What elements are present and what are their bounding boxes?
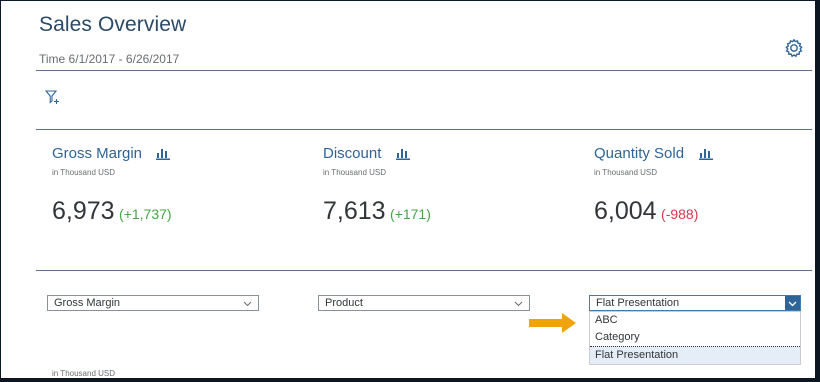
filter-add-icon[interactable]	[45, 89, 61, 105]
option-category[interactable]: Category	[590, 329, 800, 346]
chevron-down-icon	[514, 301, 523, 307]
kpi-delta: -988	[665, 206, 694, 222]
option-flat-presentation[interactable]: Flat Presentation	[590, 346, 800, 364]
kpi-delta: +171	[394, 206, 427, 222]
kpi-title: Gross Margin	[52, 145, 143, 163]
presentation-dropdown-list: ABC Category Flat Presentation	[589, 311, 801, 365]
kpi-value: 6,973	[52, 197, 115, 225]
kpi-title: Quantity Sold	[594, 145, 685, 163]
dimension-select[interactable]: Product	[318, 295, 530, 311]
kpi-quantity-sold[interactable]: Quantity Sold in Thousand USD 6,004 (-98…	[594, 145, 814, 226]
kpi-divider	[36, 270, 812, 271]
option-abc[interactable]: ABC	[590, 312, 800, 329]
bar-chart-icon[interactable]	[698, 147, 713, 161]
kpi-unit: in Thousand USD	[52, 168, 115, 177]
kpi-unit: in Thousand USD	[323, 168, 386, 177]
measure-select[interactable]: Gross Margin	[47, 295, 259, 311]
arrow-right-icon	[529, 313, 576, 333]
time-range-subtitle: Time 6/1/2017 - 6/26/2017	[39, 52, 180, 66]
kpi-value-row: 6,004 (-988)	[594, 197, 814, 226]
presentation-select-value: Flat Presentation	[596, 297, 680, 309]
measure-select-value: Gross Margin	[54, 297, 121, 309]
gear-icon[interactable]	[784, 38, 804, 58]
window-edge-bottom	[0, 378, 820, 382]
kpi-delta-close: )	[693, 206, 699, 222]
kpi-discount[interactable]: Discount in Thousand USD 7,613 (+171)	[323, 145, 543, 226]
page-title: Sales Overview	[39, 13, 187, 36]
kpi-delta: +1,737	[123, 206, 167, 222]
chevron-down-icon	[788, 301, 797, 307]
kpi-value: 6,004	[594, 197, 657, 225]
kpi-gross-margin[interactable]: Gross Margin in Thousand USD 6,973 (+1,7…	[52, 145, 272, 226]
chart-unit-label: in Thousand USD	[52, 369, 115, 378]
presentation-select-toggle[interactable]	[785, 296, 800, 310]
kpi-delta-close: )	[166, 206, 172, 222]
kpi-value: 7,613	[323, 197, 386, 225]
presentation-select[interactable]: Flat Presentation	[589, 295, 801, 311]
dimension-select-value: Product	[325, 297, 363, 309]
kpi-value-row: 6,973 (+1,737)	[52, 197, 272, 226]
kpi-value-row: 7,613 (+171)	[323, 197, 543, 226]
kpi-unit: in Thousand USD	[594, 168, 657, 177]
bar-chart-icon[interactable]	[395, 147, 410, 161]
window-edge-right	[815, 0, 820, 382]
filter-divider	[36, 129, 812, 130]
chevron-down-icon	[243, 301, 252, 307]
header-divider	[36, 70, 812, 71]
bar-chart-icon[interactable]	[156, 147, 171, 161]
kpi-delta-close: )	[426, 206, 431, 222]
kpi-title: Discount	[323, 145, 382, 163]
